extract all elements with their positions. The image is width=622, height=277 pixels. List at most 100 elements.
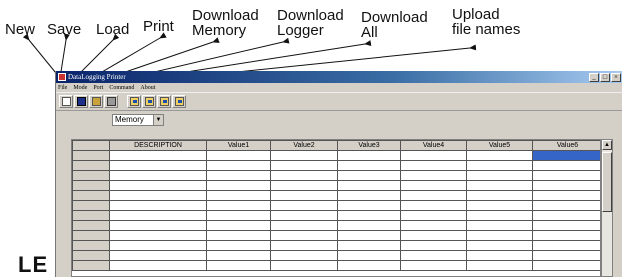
grid-cell[interactable] (337, 210, 401, 221)
column-header[interactable]: Value3 (337, 140, 401, 151)
row-header[interactable] (72, 160, 110, 171)
maximize-button[interactable]: □ (600, 72, 610, 82)
grid-cell[interactable] (466, 200, 533, 211)
grid-cell[interactable] (466, 250, 533, 261)
title-bar[interactable]: DataLogging Printer _ □ × (56, 71, 622, 83)
grid-cell[interactable] (532, 210, 600, 221)
column-header[interactable]: Value6 (532, 140, 600, 151)
grid-cell[interactable] (206, 220, 271, 231)
new-button[interactable] (59, 95, 73, 108)
grid-cell[interactable] (206, 160, 271, 171)
grid-cell[interactable] (532, 170, 600, 181)
column-header[interactable]: Value2 (270, 140, 338, 151)
grid-cell[interactable] (109, 180, 207, 191)
row-header[interactable] (72, 190, 110, 201)
grid-cell[interactable] (109, 200, 207, 211)
row-header[interactable] (72, 170, 110, 181)
grid-cell[interactable] (270, 260, 338, 271)
row-header[interactable] (72, 240, 110, 251)
upload-file-names-button[interactable] (172, 95, 186, 108)
grid-cell[interactable] (337, 180, 401, 191)
grid-cell[interactable] (206, 180, 271, 191)
grid-cell[interactable] (206, 210, 271, 221)
grid-cell[interactable] (466, 180, 533, 191)
row-header[interactable] (72, 200, 110, 211)
row-header[interactable] (72, 260, 110, 271)
grid-cell[interactable] (109, 230, 207, 241)
column-header[interactable]: DESCRIPTION (109, 140, 207, 151)
menu-about[interactable]: About (140, 85, 155, 91)
grid-cell[interactable] (270, 220, 338, 231)
grid-cell[interactable] (400, 220, 467, 231)
download-all-button[interactable] (157, 95, 171, 108)
grid-cell[interactable] (109, 260, 207, 271)
grid-cell[interactable] (532, 190, 600, 201)
grid-cell[interactable] (206, 240, 271, 251)
grid-cell[interactable] (400, 240, 467, 251)
row-header[interactable] (72, 180, 110, 191)
column-header[interactable]: Value5 (466, 140, 533, 151)
minimize-button[interactable]: _ (589, 72, 599, 82)
grid-cell[interactable] (337, 260, 401, 271)
grid-cell[interactable] (532, 250, 600, 261)
grid-cell[interactable] (109, 210, 207, 221)
grid-cell[interactable] (109, 190, 207, 201)
grid-cell[interactable] (337, 150, 401, 161)
grid-cell[interactable] (337, 240, 401, 251)
grid-cell[interactable] (400, 230, 467, 241)
grid-cell[interactable] (400, 150, 467, 161)
row-header[interactable] (72, 150, 110, 161)
grid-cell[interactable] (466, 170, 533, 181)
vertical-scrollbar[interactable]: ▲ (601, 139, 613, 277)
grid-cell[interactable] (270, 170, 338, 181)
row-header[interactable] (72, 230, 110, 241)
mode-select[interactable]: Memory ▼ (112, 113, 164, 126)
grid-cell[interactable] (400, 250, 467, 261)
scroll-up-icon[interactable]: ▲ (602, 140, 612, 150)
grid-cell[interactable] (532, 240, 600, 251)
grid-cell[interactable] (466, 230, 533, 241)
grid-cell[interactable] (532, 180, 600, 191)
grid-cell[interactable] (270, 230, 338, 241)
row-header[interactable] (72, 210, 110, 221)
grid-cell[interactable] (206, 250, 271, 261)
grid-cell[interactable] (270, 150, 338, 161)
grid-cell[interactable] (109, 150, 207, 161)
grid-cell[interactable] (270, 210, 338, 221)
grid-cell[interactable] (109, 240, 207, 251)
grid-corner-cell[interactable] (72, 140, 110, 151)
grid-cell[interactable] (206, 170, 271, 181)
grid-cell[interactable] (206, 200, 271, 211)
grid-cell[interactable] (400, 160, 467, 171)
print-button[interactable] (104, 95, 118, 108)
close-button[interactable]: × (611, 72, 621, 82)
download-memory-button[interactable] (127, 95, 141, 108)
grid-cell[interactable] (466, 190, 533, 201)
grid-cell[interactable] (337, 190, 401, 201)
download-logger-button[interactable] (142, 95, 156, 108)
grid-cell[interactable] (270, 180, 338, 191)
scroll-thumb[interactable] (602, 152, 612, 212)
grid-cell[interactable] (109, 220, 207, 231)
grid-cell[interactable] (270, 160, 338, 171)
grid-cell[interactable] (466, 210, 533, 221)
save-button[interactable] (74, 95, 88, 108)
grid-cell[interactable] (206, 190, 271, 201)
grid-cell[interactable] (532, 230, 600, 241)
chevron-down-icon[interactable]: ▼ (153, 114, 163, 125)
grid-cell[interactable] (400, 170, 467, 181)
grid-cell[interactable] (532, 160, 600, 171)
grid-cell[interactable] (270, 250, 338, 261)
grid-cell[interactable] (206, 260, 271, 271)
menu-mode[interactable]: Mode (73, 85, 87, 91)
row-header[interactable] (72, 250, 110, 261)
grid-cell[interactable] (400, 200, 467, 211)
grid-cell[interactable] (400, 210, 467, 221)
grid-cell[interactable] (466, 150, 533, 161)
grid-cell[interactable] (206, 230, 271, 241)
column-header[interactable]: Value4 (400, 140, 467, 151)
grid-cell[interactable] (337, 220, 401, 231)
grid-cell[interactable] (109, 170, 207, 181)
grid-cell[interactable] (532, 200, 600, 211)
grid-cell[interactable] (532, 260, 600, 271)
